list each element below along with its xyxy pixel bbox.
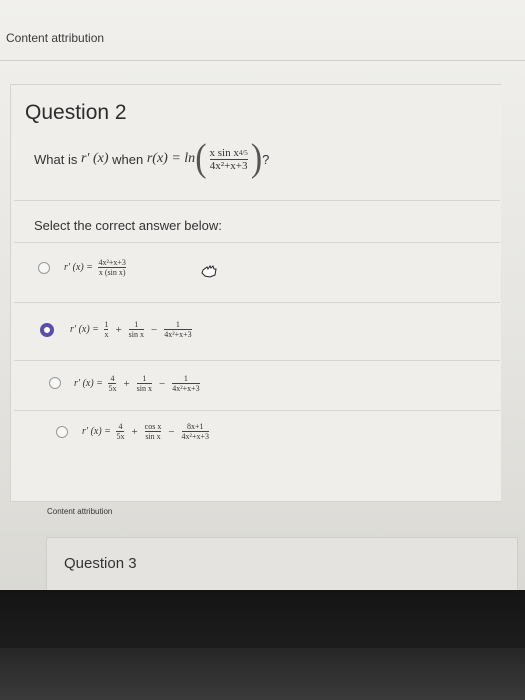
prompt-prefix: What is: [34, 151, 78, 167]
prompt-suffix: ?: [262, 151, 270, 167]
denominator: sin x: [128, 330, 144, 339]
pointer-hand-icon: [201, 265, 217, 278]
term-3: 1 4x²+x+3: [164, 320, 192, 339]
option-4-expression[interactable]: r′ (x) = 4 5x + cos x sin x − 8x+1 4x²+x+3: [82, 422, 212, 441]
minus-sign: −: [151, 323, 158, 336]
numerator: 8x+1: [187, 422, 204, 431]
denominator: 5x: [108, 384, 117, 393]
question-title: Question 2: [25, 101, 127, 124]
fraction-denominator: 4x²+x+3: [209, 159, 248, 172]
minus-sign: −: [159, 377, 166, 390]
denominator: x: [104, 330, 109, 339]
denominator: 4x²+x+3: [172, 384, 200, 393]
question-prompt: What is r′ (x) when r(x) = ln ( x sin x4…: [34, 137, 270, 180]
numerator: cos x: [144, 422, 162, 431]
select-answer-label: Select the correct answer below:: [34, 218, 222, 233]
option-1-fraction: 4x²+x+3 x (sin x): [98, 258, 126, 277]
option-3-radio[interactable]: [49, 377, 61, 389]
left-paren: (: [195, 137, 207, 180]
minus-sign: −: [168, 425, 175, 438]
term-1: 1x: [104, 320, 109, 339]
device-bezel-edge: [0, 648, 525, 700]
term-2: 1 sin x: [128, 320, 144, 339]
content-attribution-link[interactable]: Content attribution: [6, 31, 104, 45]
denominator: sin x: [145, 432, 161, 441]
term-3: 1 4x²+x+3: [172, 374, 200, 393]
divider: [14, 360, 500, 361]
exponent: 4/5: [238, 148, 248, 157]
plus-sign: +: [131, 425, 138, 438]
numerator: 1: [142, 374, 147, 383]
divider: [14, 302, 500, 303]
numerator: 1: [134, 320, 139, 329]
term-1: 4 5x: [116, 422, 125, 441]
divider: [14, 242, 500, 243]
denominator: 4x²+x+3: [164, 330, 192, 339]
denominator: 4x²+x+3: [181, 432, 209, 441]
fraction-numerator: x sin x4/5: [209, 146, 248, 159]
prompt-fn: r(x) = ln: [146, 151, 196, 166]
divider: [14, 410, 500, 411]
option-3-expression[interactable]: r′ (x) = 4 5x + 1 sin x − 1 4x²+x+3: [74, 374, 203, 393]
plus-sign: +: [115, 323, 122, 336]
prompt-when: when: [112, 151, 144, 167]
option-lhs: r′ (x) =: [70, 324, 99, 335]
prompt-fraction: x sin x4/5 4x²+x+3: [209, 146, 248, 172]
numerator: 1: [175, 320, 180, 329]
option-1-expression[interactable]: r′ (x) = 4x²+x+3 x (sin x): [64, 258, 129, 277]
option-lhs: r′ (x) =: [82, 426, 111, 437]
option-lhs: r′ (x) =: [74, 378, 103, 389]
content-attribution-link[interactable]: Content attribution: [47, 507, 112, 516]
numerator: 1: [183, 374, 188, 383]
numerator: 4: [118, 422, 123, 431]
numerator: 4: [110, 374, 115, 383]
term-3: 8x+1 4x²+x+3: [181, 422, 209, 441]
option-lhs: r′ (x) =: [64, 262, 93, 273]
question-3-prompt-cutoff: [64, 580, 364, 588]
term-1: 4 5x: [108, 374, 117, 393]
term-2: cos x sin x: [144, 422, 162, 441]
numerator: 1: [104, 320, 109, 329]
prompt-fn-prime: r′ (x): [80, 151, 109, 166]
divider: [0, 60, 525, 61]
plus-sign: +: [123, 377, 130, 390]
numerator: 4x²+x+3: [98, 258, 126, 267]
denominator: 5x: [116, 432, 125, 441]
question-3-title: Question 3: [64, 555, 137, 572]
option-1-radio[interactable]: [38, 262, 50, 274]
term-2: 1 sin x: [136, 374, 152, 393]
option-2-radio[interactable]: [40, 323, 54, 337]
divider: [14, 200, 500, 201]
option-2-expression[interactable]: r′ (x) = 1x + 1 sin x − 1 4x²+x+3: [70, 320, 195, 339]
right-paren: ): [250, 137, 263, 180]
option-4-radio[interactable]: [56, 426, 68, 438]
denominator: sin x: [136, 384, 152, 393]
denominator: x (sin x): [98, 268, 126, 277]
